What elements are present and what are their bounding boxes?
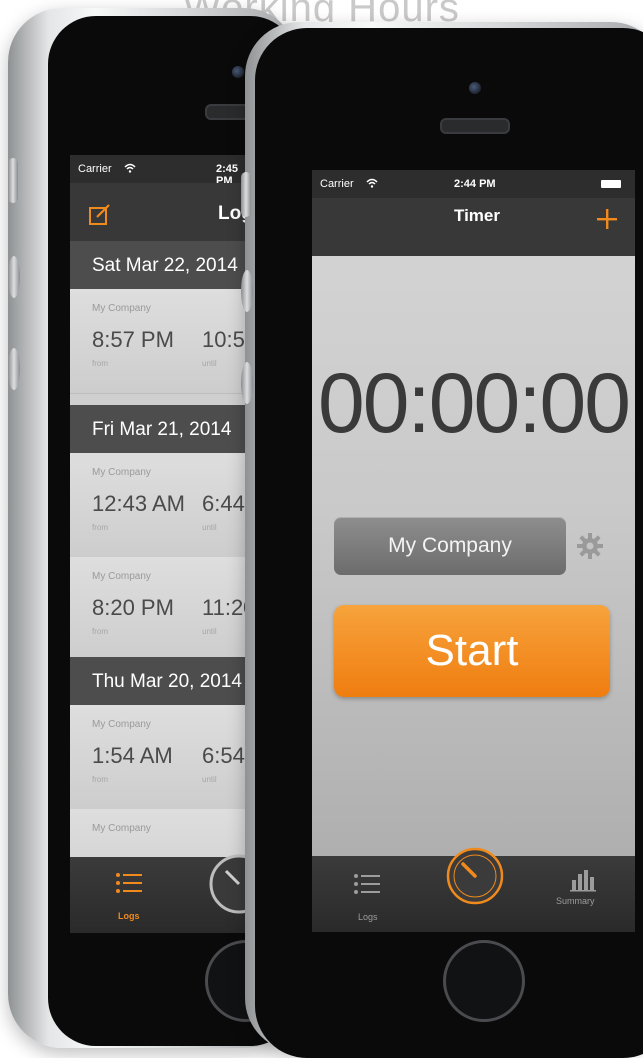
carrier-label: Carrier — [320, 178, 354, 190]
nav-bar: Logs — [70, 183, 246, 241]
stopwatch-icon[interactable] — [443, 842, 507, 906]
until-label: until — [202, 359, 217, 368]
tab-summary[interactable]: Summary — [556, 866, 612, 926]
tab-bar: Logs Summary — [312, 847, 635, 932]
plus-icon[interactable] — [596, 208, 618, 230]
entry-company: My Company — [92, 303, 151, 314]
battery-icon — [601, 180, 621, 188]
entry-company: My Company — [92, 823, 151, 834]
until-label: until — [202, 775, 217, 784]
mute-switch — [241, 172, 251, 217]
wifi-icon — [124, 163, 136, 173]
entry-until-time: 6:44 AM — [202, 491, 246, 516]
list-icon — [354, 874, 380, 894]
entry-until-time: 10:57 PM — [202, 327, 246, 352]
volume-up-button — [8, 256, 20, 298]
page-title: Timer — [454, 206, 500, 225]
volume-down-button — [241, 362, 253, 404]
entry-until-time: 11:20 PM — [202, 595, 246, 620]
entry-from-time: 1:54 AM — [92, 743, 173, 768]
carrier-label: Carrier — [78, 163, 112, 175]
timer-display: 00:00:00 — [318, 356, 631, 450]
tab-logs[interactable]: Logs — [346, 866, 390, 926]
until-label: until — [202, 523, 217, 532]
company-selector[interactable]: My Company — [334, 517, 566, 575]
entry-until-time: 6:54 AM — [202, 743, 246, 768]
logs-screen: Carrier 2:45 PM Logs Sat Mar 22, 2014 My… — [70, 155, 246, 933]
from-label: from — [92, 775, 108, 784]
log-entry[interactable]: My Company 8:57 PM 10:57 PM from until — [70, 289, 246, 394]
from-label: from — [92, 523, 108, 532]
day-header: Thu Mar 20, 2014 — [70, 657, 246, 705]
wifi-icon — [366, 178, 378, 188]
until-label: until — [202, 627, 217, 636]
status-time: 2:44 PM — [454, 178, 496, 190]
log-entry[interactable]: My Company 12:43 AM 6:44 AM from until — [70, 453, 246, 558]
volume-down-button — [8, 348, 20, 390]
tab-logs-label: Logs — [358, 912, 378, 922]
list-icon — [116, 873, 142, 893]
volume-up-button — [241, 270, 253, 312]
status-bar: Carrier 2:44 PM — [312, 170, 635, 198]
entry-company: My Company — [92, 719, 151, 730]
nav-bar: Timer — [312, 198, 635, 256]
entry-company: My Company — [92, 571, 151, 582]
timer-screen: Carrier 2:44 PM Timer 00:00:00 My Compan… — [312, 170, 635, 932]
entry-company: My Company — [92, 467, 151, 478]
tab-logs[interactable]: Logs — [108, 867, 152, 927]
entry-from-time: 8:20 PM — [92, 595, 174, 620]
from-label: from — [92, 627, 108, 636]
front-home-button[interactable] — [443, 940, 525, 1022]
stopwatch-icon[interactable] — [204, 847, 246, 917]
compose-icon[interactable] — [88, 203, 112, 227]
entry-from-time: 8:57 PM — [92, 327, 174, 352]
start-button[interactable]: Start — [334, 605, 610, 697]
day-header: Sat Mar 22, 2014 — [70, 241, 246, 289]
log-entry[interactable]: My Company 1:54 AM 6:54 AM from until — [70, 705, 246, 810]
back-camera — [232, 66, 244, 78]
bar-chart-icon — [570, 870, 596, 892]
tab-summary-label: Summary — [556, 896, 595, 906]
gear-icon[interactable] — [576, 532, 604, 560]
front-speaker — [440, 118, 510, 134]
log-entry[interactable]: My Company 8:20 PM 11:20 PM from until — [70, 557, 246, 662]
from-label: from — [92, 359, 108, 368]
day-header: Fri Mar 21, 2014 — [70, 405, 246, 453]
entry-from-time: 12:43 AM — [92, 491, 185, 516]
front-camera — [469, 82, 481, 94]
mute-switch — [8, 158, 18, 203]
status-bar: Carrier 2:45 PM — [70, 155, 246, 187]
tab-logs-label: Logs — [118, 911, 140, 921]
tab-bar: Logs — [70, 854, 246, 933]
